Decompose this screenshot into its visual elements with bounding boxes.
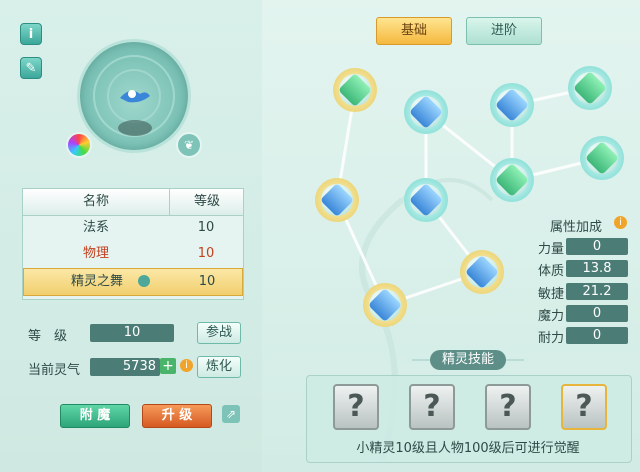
skill-slot-locked[interactable]: ? [409,384,455,430]
skill-slot-awaken[interactable]: ? [561,384,607,430]
skill-node[interactable] [490,158,534,202]
skills-title-banner: 精灵技能 [412,350,524,370]
skill-node[interactable] [333,68,377,112]
attr-label: 魔力 [538,309,565,324]
attr-value: 21.2 [566,283,628,300]
skill-node[interactable] [363,283,407,327]
attr-label: 体质 [538,264,565,279]
attr-label: 耐力 [538,331,565,346]
attr-value: 0 [566,238,628,255]
skill-node[interactable] [460,250,504,294]
attr-value: 0 [566,327,628,344]
skills-note: 小精灵10级且人物100级后可进行觉醒 [356,441,580,456]
skill-node[interactable] [580,136,624,180]
skill-slot-locked[interactable]: ? [333,384,379,430]
attr-value: 13.8 [566,260,628,277]
skill-node[interactable] [490,83,534,127]
skill-node[interactable] [404,178,448,222]
skill-node[interactable] [568,66,612,110]
skill-slot-locked[interactable]: ? [485,384,531,430]
attr-value: 0 [566,305,628,322]
skill-node[interactable] [404,90,448,134]
attr-label: 敏捷 [538,287,565,302]
attr-label: 力量 [538,242,565,257]
skill-node[interactable] [315,178,359,222]
skills-title: 精灵技能 [430,350,506,370]
info-icon[interactable]: i [614,216,627,229]
attr-title: 属性加成 [550,220,603,235]
